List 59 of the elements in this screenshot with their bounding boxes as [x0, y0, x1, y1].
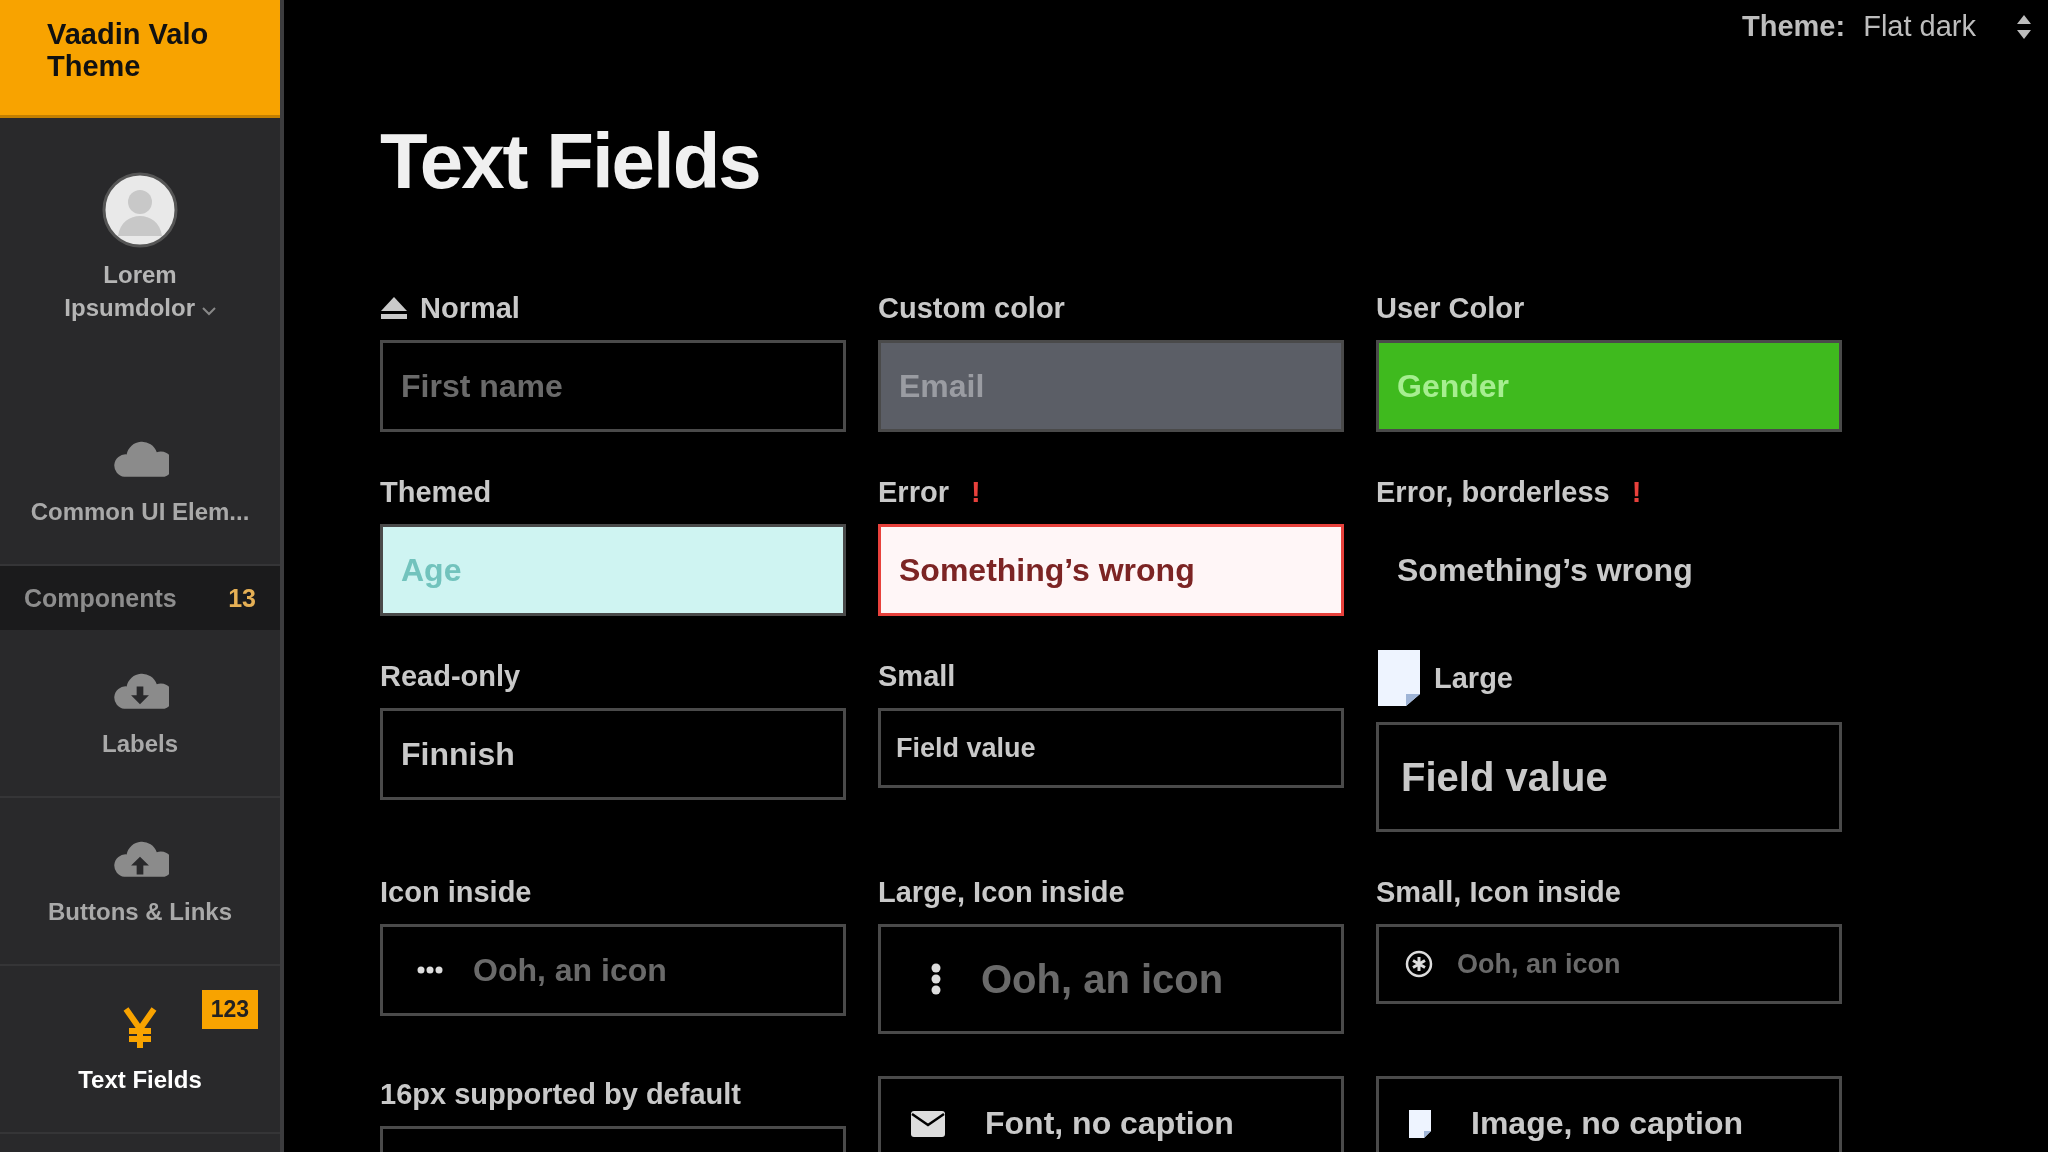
text-field[interactable]: Field value	[1376, 722, 1842, 832]
error-indicator: !	[1631, 475, 1642, 509]
document-icon	[1409, 1109, 1431, 1138]
theme-label: Theme:	[1742, 10, 1846, 43]
text-field-input[interactable]: Ooh, an icon	[981, 956, 1301, 1002]
ellipsis-icon	[417, 966, 443, 974]
text-field[interactable]: Ooh, an icon	[380, 924, 846, 1016]
asterisk-circle-icon	[1405, 950, 1433, 978]
envelope-icon	[911, 1110, 945, 1137]
text-field[interactable]: Ooh, an icon	[878, 924, 1344, 1034]
menu-item-label: Text Fields	[78, 1066, 202, 1094]
field-caption: Small	[878, 659, 956, 693]
app-title: Vaadin Valo Theme	[0, 0, 280, 118]
eject-icon	[380, 296, 408, 320]
field-caption: User Color	[1376, 291, 1525, 325]
document-icon	[1376, 648, 1422, 708]
menu-item-label: Common UI Elem...	[30, 498, 250, 526]
text-field[interactable]: Age	[380, 524, 846, 616]
field-caption: Large, Icon inside	[878, 875, 1125, 909]
menu-item[interactable]: Text Fields 123	[0, 966, 280, 1134]
text-field[interactable]: Ooh, an icon	[1376, 924, 1842, 1004]
text-field[interactable]: First name	[380, 340, 846, 432]
theme-select[interactable]: Flat dark	[1863, 6, 2032, 47]
field-caption: 16px supported by default	[380, 1077, 741, 1111]
menu-item-label: Labels	[102, 730, 178, 758]
chevron-down-icon	[201, 307, 216, 316]
page-title: Text Fields	[380, 122, 761, 200]
text-field[interactable]: Image, no caption	[1376, 1076, 1842, 1152]
field-caption: Error	[878, 475, 949, 509]
field-caption: Small, Icon inside	[1376, 875, 1621, 909]
menu-item[interactable]: Buttons & Links	[0, 798, 280, 966]
up-down-arrows-icon	[2016, 13, 2032, 40]
text-field-input[interactable]: Ooh, an icon	[1457, 948, 1777, 980]
yen-icon	[123, 1006, 157, 1050]
text-field[interactable]: Field value	[878, 708, 1344, 788]
field-caption: Error, borderless	[1376, 475, 1610, 509]
text-field-input[interactable]: Ooh, an icon	[473, 951, 793, 989]
section-count: 13	[228, 583, 256, 613]
user-menu[interactable]: Lorem Ipsumdolor	[64, 258, 216, 324]
field-caption: Normal	[420, 291, 520, 325]
text-field-input[interactable]: Image, no caption	[1471, 1105, 1791, 1142]
vertical-ellipsis-icon	[931, 963, 941, 995]
field-caption: Large	[1434, 661, 1513, 695]
error-indicator: !	[970, 475, 981, 509]
text-field[interactable]: Font, no caption	[878, 1076, 1344, 1152]
count-badge: 123	[201, 990, 258, 1029]
field-caption: Custom color	[878, 291, 1065, 325]
field-caption: Themed	[380, 475, 492, 509]
field-caption: Read-only	[380, 659, 521, 693]
text-field[interactable]: Something’s wrong	[878, 524, 1344, 616]
text-field[interactable]: Gender	[1376, 340, 1842, 432]
text-field-input[interactable]: Font, no caption	[985, 1105, 1305, 1142]
section-label: Components	[24, 583, 177, 613]
field-caption: Icon inside	[380, 875, 532, 909]
text-field[interactable]: Finnish	[380, 708, 846, 800]
text-field[interactable]: Email	[878, 340, 1344, 432]
menu-item[interactable]: Labels	[0, 630, 280, 798]
menu-item-label: Buttons & Links	[48, 898, 232, 926]
text-field[interactable]: Something’s wrong	[1376, 524, 1842, 616]
